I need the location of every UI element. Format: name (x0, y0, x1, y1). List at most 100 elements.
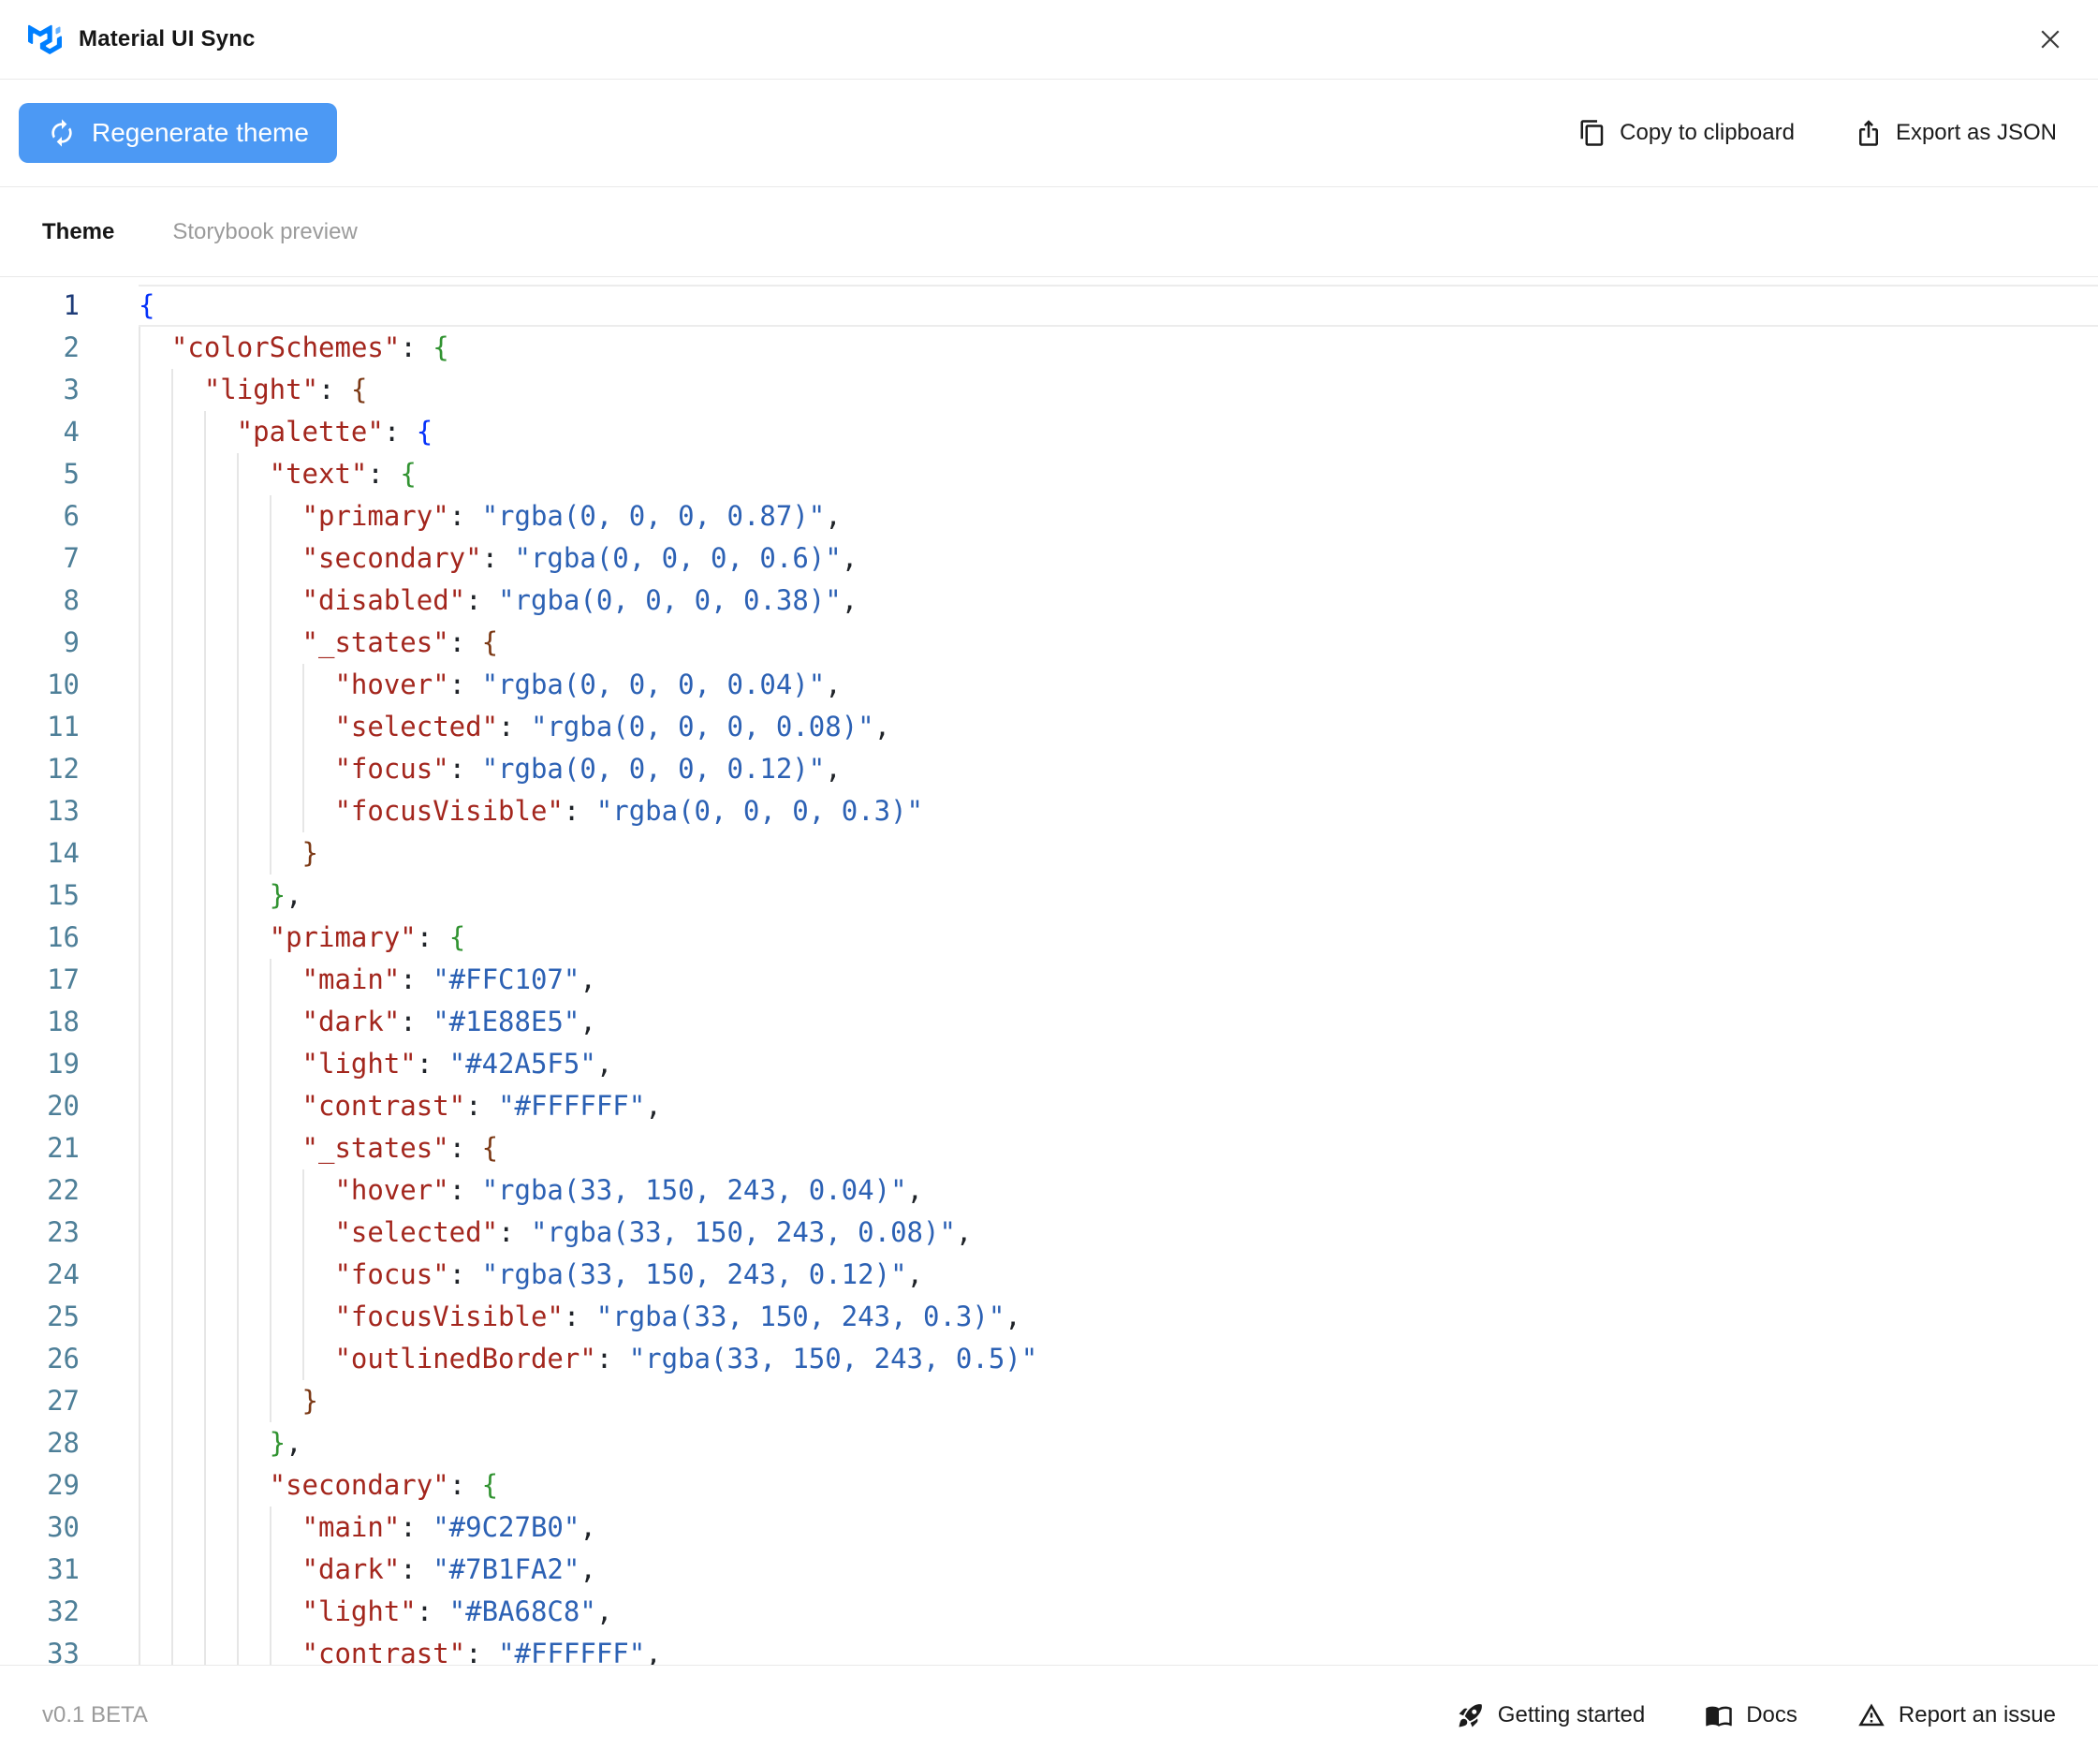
code-line[interactable]: 16"primary": { (0, 917, 2098, 959)
code-line[interactable]: 12"focus": "rgba(0, 0, 0, 0.12)", (0, 748, 2098, 790)
code-line[interactable]: 4"palette": { (0, 411, 2098, 453)
line-number: 22 (0, 1169, 80, 1212)
code-line[interactable]: 26"outlinedBorder": "rgba(33, 150, 243, … (0, 1338, 2098, 1380)
code-line[interactable]: 32"light": "#BA68C8", (0, 1591, 2098, 1633)
code-token: : (417, 921, 449, 953)
code-line[interactable]: 20"contrast": "#FFFFFF", (0, 1085, 2098, 1127)
indent-guide (302, 748, 335, 790)
code-token: "secondary" (270, 1469, 449, 1501)
indent-guide (171, 1549, 204, 1591)
tab-storybook-preview[interactable]: Storybook preview (172, 219, 357, 245)
indent-guide (237, 537, 270, 580)
code-line[interactable]: 22"hover": "rgba(33, 150, 243, 0.04)", (0, 1169, 2098, 1212)
code-line[interactable]: 29"secondary": { (0, 1464, 2098, 1507)
indent-guide (171, 1464, 204, 1507)
getting-started-link[interactable]: Getting started (1457, 1701, 1645, 1729)
code-line[interactable]: 7"secondary": "rgba(0, 0, 0, 0.6)", (0, 537, 2098, 580)
plugin-window: Material UI Sync Regenerate theme Copy t… (0, 0, 2098, 1764)
export-icon (1855, 119, 1883, 147)
code-token: "dark" (302, 1553, 401, 1585)
indent-guide (139, 748, 171, 790)
code-token: : (384, 416, 417, 448)
tab-theme[interactable]: Theme (42, 219, 114, 245)
code-line[interactable]: 13"focusVisible": "rgba(0, 0, 0, 0.3)" (0, 790, 2098, 832)
indent-guide (171, 1085, 204, 1127)
code-line[interactable]: 14} (0, 832, 2098, 875)
indent-guide (171, 1254, 204, 1296)
regenerate-theme-button[interactable]: Regenerate theme (19, 103, 337, 163)
indent-guide (270, 1127, 302, 1169)
code-line[interactable]: 19"light": "#42A5F5", (0, 1043, 2098, 1085)
indent-guide (302, 1212, 335, 1254)
code-token: : (400, 1553, 433, 1585)
code-line[interactable]: 5"text": { (0, 453, 2098, 495)
code-token: "#42A5F5" (449, 1048, 596, 1080)
docs-link[interactable]: Docs (1705, 1701, 1797, 1729)
code-line[interactable]: 15}, (0, 875, 2098, 917)
code-line[interactable]: 8"disabled": "rgba(0, 0, 0, 0.38)", (0, 580, 2098, 622)
code-line[interactable]: 27} (0, 1380, 2098, 1422)
code-token: "#BA68C8" (449, 1595, 596, 1627)
code-token: "main" (302, 963, 401, 995)
indent-guide (204, 1549, 237, 1591)
indent-guide (270, 1380, 302, 1422)
indent-guide (204, 453, 237, 495)
code-line[interactable]: 17"main": "#FFC107", (0, 959, 2098, 1001)
code-token: "#1E88E5" (433, 1006, 580, 1037)
indent-guide (237, 1591, 270, 1633)
indent-guide (237, 959, 270, 1001)
code-line[interactable]: 9"_states": { (0, 622, 2098, 664)
code-line[interactable]: 31"dark": "#7B1FA2", (0, 1549, 2098, 1591)
code-line[interactable]: 2"colorSchemes": { (0, 327, 2098, 369)
code-token: "primary" (270, 921, 417, 953)
close-button[interactable] (2031, 20, 2070, 59)
code-token: } (270, 1427, 286, 1459)
indent-guide (204, 1464, 237, 1507)
copy-to-clipboard-button[interactable]: Copy to clipboard (1578, 119, 1795, 147)
code-token: "secondary" (302, 542, 482, 574)
code-line[interactable]: 23"selected": "rgba(33, 150, 243, 0.08)"… (0, 1212, 2098, 1254)
export-as-json-button[interactable]: Export as JSON (1855, 119, 2057, 147)
code-line[interactable]: 11"selected": "rgba(0, 0, 0, 0.08)", (0, 706, 2098, 748)
code-token: "rgba(0, 0, 0, 0.38)" (498, 584, 842, 616)
code-token: : (318, 374, 351, 405)
code-token: "_states" (302, 626, 449, 658)
code-token: "main" (302, 1511, 401, 1543)
indent-guide (139, 917, 171, 959)
code-token: : (417, 1048, 449, 1080)
indent-guide (204, 495, 237, 537)
code-token: "hover" (334, 1174, 448, 1206)
code-line[interactable]: 21"_states": { (0, 1127, 2098, 1169)
indent-guide (139, 1169, 171, 1212)
indent-guide (237, 748, 270, 790)
code-token: { (482, 1469, 498, 1501)
code-token: : (417, 1595, 449, 1627)
line-number: 32 (0, 1591, 80, 1633)
code-token: "hover" (334, 669, 448, 700)
code-token: "light" (302, 1595, 417, 1627)
indent-guide (270, 1591, 302, 1633)
code-line[interactable]: 28}, (0, 1422, 2098, 1464)
report-an-issue-link[interactable]: Report an issue (1857, 1701, 2056, 1729)
code-line[interactable]: 18"dark": "#1E88E5", (0, 1001, 2098, 1043)
code-line[interactable]: 6"primary": "rgba(0, 0, 0, 0.87)", (0, 495, 2098, 537)
copy-icon (1578, 119, 1607, 147)
code-token: : (482, 542, 515, 574)
indent-guide (204, 832, 237, 875)
theme-json-editor[interactable]: 1{2"colorSchemes": {3"light": {4"palette… (0, 277, 2098, 1665)
indent-guide (302, 790, 335, 832)
code-line[interactable]: 10"hover": "rgba(0, 0, 0, 0.04)", (0, 664, 2098, 706)
code-token: : (449, 753, 482, 785)
indent-guide (171, 1296, 204, 1338)
indent-guide (270, 790, 302, 832)
code-line[interactable]: 30"main": "#9C27B0", (0, 1507, 2098, 1549)
code-line[interactable]: 3"light": { (0, 369, 2098, 411)
mui-logo (28, 24, 62, 54)
code-line[interactable]: 33"contrast": "#FFFFFF", (0, 1633, 2098, 1665)
code-line[interactable]: 25"focusVisible": "rgba(33, 150, 243, 0.… (0, 1296, 2098, 1338)
indent-guide (204, 1591, 237, 1633)
code-token: : (596, 1343, 629, 1374)
code-line[interactable]: 1{ (0, 285, 2098, 327)
code-token: , (825, 500, 841, 532)
code-line[interactable]: 24"focus": "rgba(33, 150, 243, 0.12)", (0, 1254, 2098, 1296)
